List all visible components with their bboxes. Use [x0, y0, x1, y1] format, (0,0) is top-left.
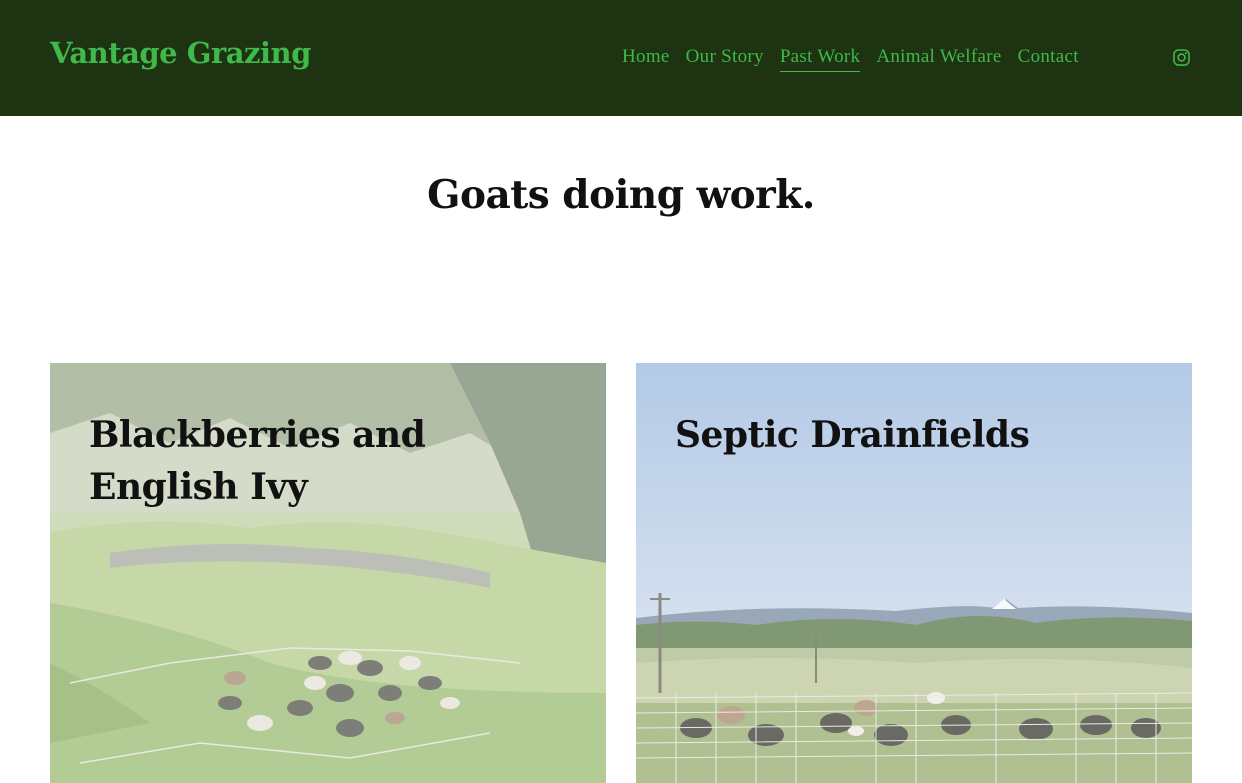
- nav-past-work[interactable]: Past Work: [779, 46, 861, 72]
- card-septic-drainfields[interactable]: Septic Drainfields: [636, 363, 1192, 783]
- card-blackberries[interactable]: Blackberries and English Ivy: [50, 363, 606, 783]
- site-header: Vantage Grazing Home Our Story Past Work…: [0, 0, 1242, 116]
- page-title: Goats doing work.: [427, 172, 815, 218]
- nav-home[interactable]: Home: [622, 46, 670, 72]
- nav-animal-welfare[interactable]: Animal Welfare: [876, 46, 1001, 72]
- card-title: Septic Drainfields: [675, 414, 1030, 456]
- instagram-icon[interactable]: [1172, 48, 1191, 67]
- nav-contact[interactable]: Contact: [1018, 46, 1079, 72]
- site-logo[interactable]: Vantage Grazing: [50, 36, 311, 70]
- card-title: Blackberries and English Ivy: [89, 414, 426, 508]
- main-nav: Home Our Story Past Work Animal Welfare …: [622, 46, 1079, 72]
- nav-our-story[interactable]: Our Story: [686, 46, 764, 72]
